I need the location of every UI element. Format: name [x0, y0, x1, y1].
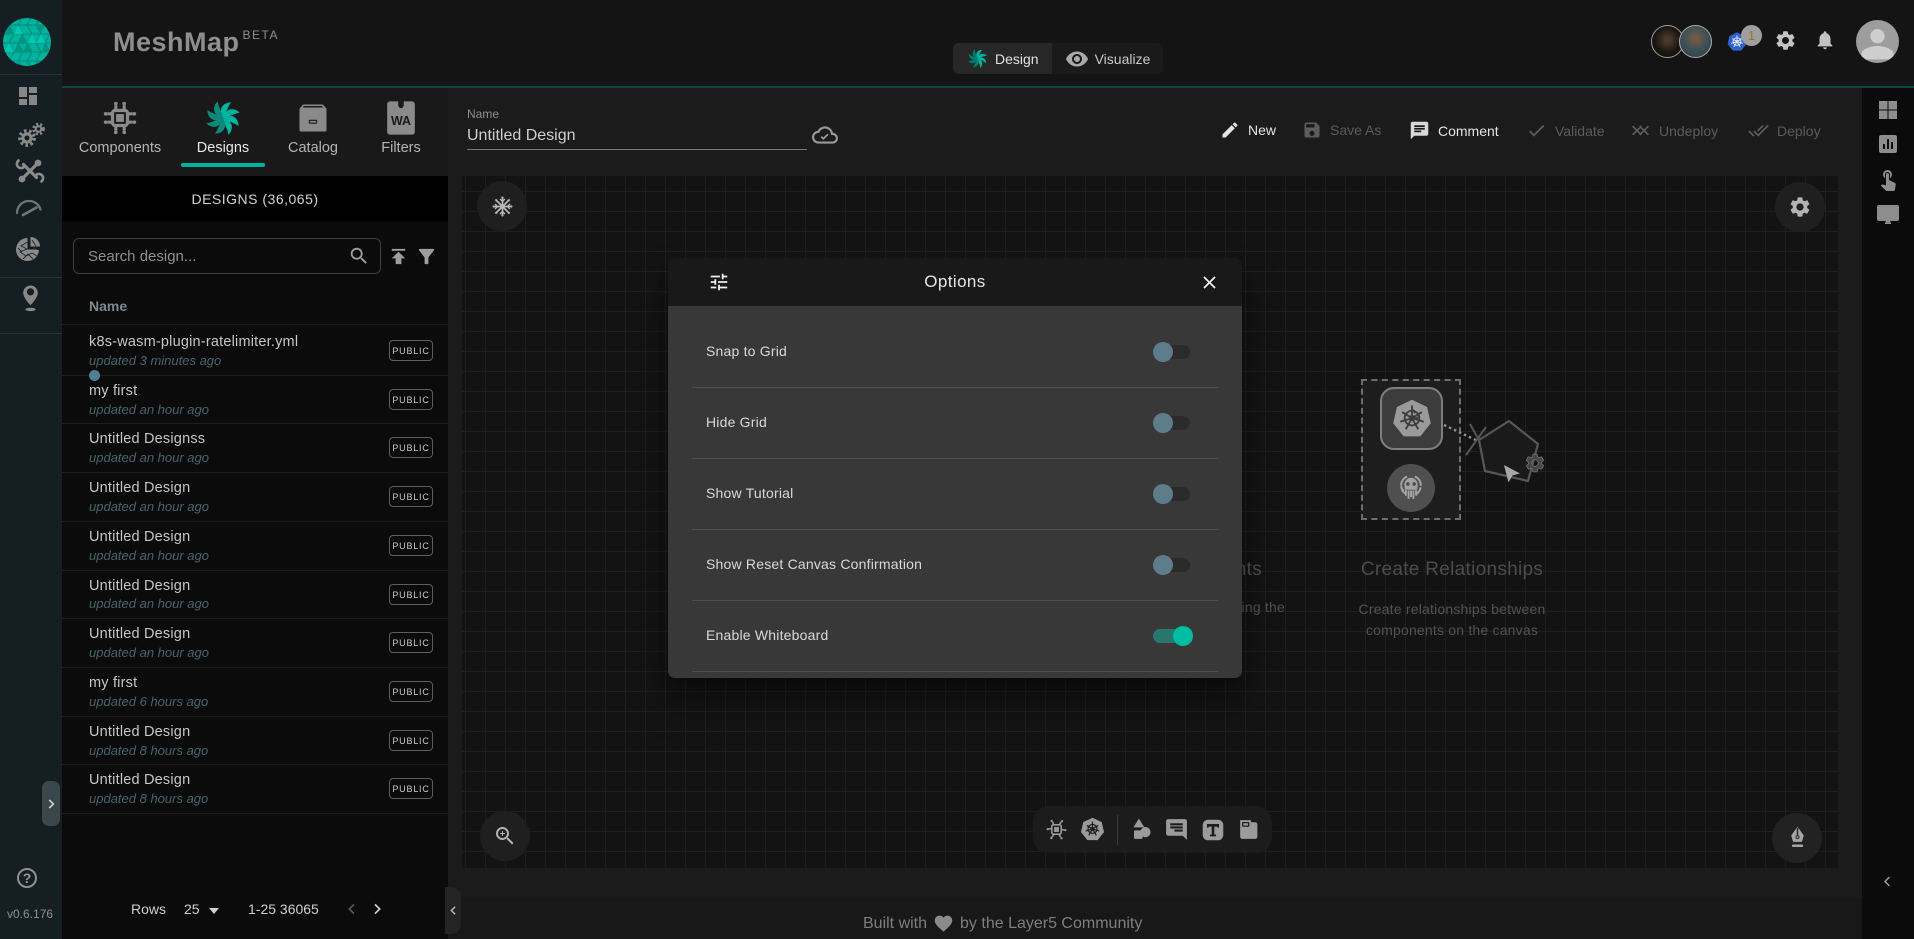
svg-text:WA: WA	[391, 114, 411, 128]
